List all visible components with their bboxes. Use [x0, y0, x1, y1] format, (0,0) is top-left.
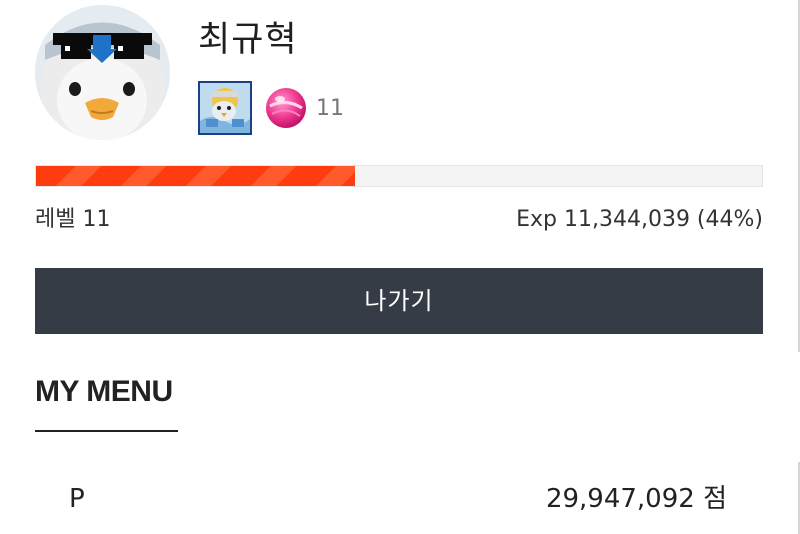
candy-count: 11 [316, 95, 344, 121]
points-key: P [69, 484, 85, 514]
penguin-avatar-icon [35, 5, 170, 140]
exp-progress-bar [35, 165, 763, 187]
level-label: 레벨 11 [35, 207, 111, 232]
profile-page: 최규혁 11 레벨 11 Exp 11,344,039 (44%) 나가기 MY… [0, 0, 800, 534]
exp-label: Exp 11,344,039 (44%) [516, 207, 763, 232]
candy-item[interactable] [264, 86, 308, 130]
level-badge[interactable] [198, 81, 252, 135]
points-value: 29,947,092 점 [545, 484, 727, 514]
leave-button[interactable]: 나가기 [35, 268, 763, 334]
exp-progress-fill [36, 166, 356, 186]
my-menu-underline [35, 430, 178, 432]
username: 최규혁 [198, 20, 298, 60]
avatar[interactable] [35, 5, 170, 140]
my-menu-heading: MY MENU [35, 375, 173, 408]
points-row[interactable]: P 29,947,092 점 [35, 476, 727, 522]
pink-candy-icon [266, 88, 306, 128]
badge-row: 11 [198, 80, 344, 136]
penguin-badge-icon [200, 83, 250, 133]
